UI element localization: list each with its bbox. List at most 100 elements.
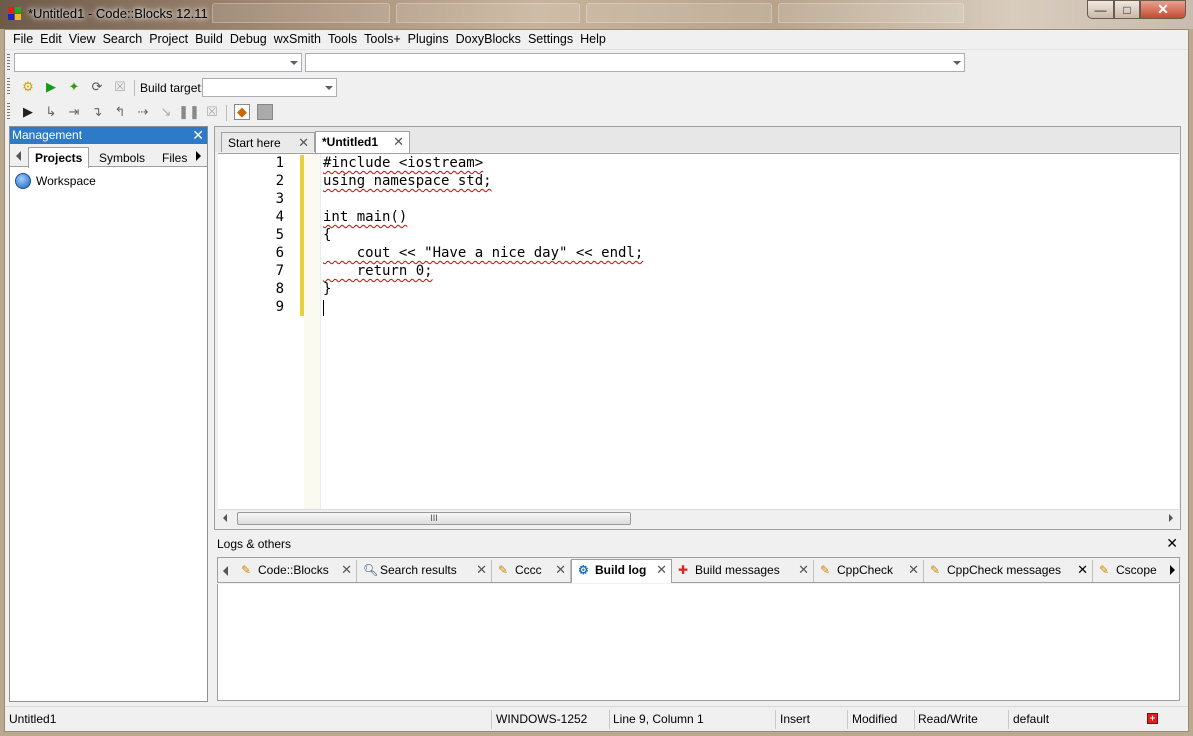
tab-close-icon[interactable]: ✕ — [341, 562, 352, 578]
step-into-icon[interactable]: ↴ — [89, 104, 105, 120]
menu-tools[interactable]: Tools — [324, 30, 360, 49]
menu-view[interactable]: View — [65, 30, 99, 49]
menu-build[interactable]: Build — [191, 30, 226, 49]
editor-area: Start here ✕ *Untitled1 ✕ 1 2 3 4 5 6 7 … — [214, 126, 1181, 530]
tab-build-log[interactable]: ⚙ Build log ✕ — [571, 559, 672, 583]
tab-label: Cccc — [515, 563, 542, 577]
pause-icon[interactable]: ❚❚ — [178, 104, 200, 120]
debugging-windows-icon[interactable]: ◆ — [234, 104, 250, 120]
tab-cccc[interactable]: ✎ Cccc ✕ — [492, 560, 571, 582]
status-profile: default — [1013, 712, 1050, 726]
stop-debugger-icon[interactable]: ☒ — [204, 104, 220, 120]
horizontal-scrollbar[interactable]: III — [218, 509, 1179, 526]
fold-margin[interactable] — [304, 154, 321, 510]
scope-combo[interactable] — [14, 53, 302, 72]
menu-tools-plus[interactable]: Tools+ — [360, 30, 403, 49]
status-position: Line 9, Column 1 — [613, 712, 704, 726]
chevron-down-icon — [325, 86, 333, 90]
logs-close-icon[interactable]: ✕ — [1166, 535, 1178, 552]
tab-close-icon[interactable]: ✕ — [656, 562, 667, 578]
menu-file[interactable]: File — [9, 30, 36, 49]
tab-scroll-right-icon[interactable] — [196, 151, 201, 161]
build-target-combo[interactable] — [202, 78, 337, 97]
logs-tab-bar: ✎ Code::Blocks ✕ 🔍︎ Search results ✕ ✎ C… — [217, 557, 1180, 583]
maximize-button[interactable]: □ — [1114, 0, 1140, 19]
tab-close-icon[interactable]: ✕ — [476, 562, 487, 578]
menu-wxsmith[interactable]: wxSmith — [270, 30, 324, 49]
tab-cppcheck-messages[interactable]: ✎ CppCheck messages ✕ — [924, 560, 1093, 582]
build-and-run-icon[interactable]: ✦ — [66, 79, 82, 95]
run-to-cursor-icon[interactable]: ↳ — [43, 104, 59, 120]
various-info-icon[interactable] — [257, 104, 273, 120]
code-editor[interactable]: 1 2 3 4 5 6 7 8 9 #include <iostream> us… — [218, 153, 1179, 510]
menu-project[interactable]: Project — [145, 30, 191, 49]
status-file: Untitled1 — [9, 712, 57, 726]
toolbar-grip[interactable] — [7, 103, 10, 119]
tab-close-icon[interactable]: ✕ — [298, 135, 309, 151]
tab-symbols[interactable]: Symbols — [92, 147, 152, 167]
tab-scroll-left-icon[interactable] — [16, 151, 21, 161]
toolbar-grip[interactable] — [7, 78, 10, 94]
note-icon: ✎ — [241, 563, 252, 577]
tab-scroll-right-icon[interactable] — [1170, 565, 1175, 575]
tab-start-here[interactable]: Start here ✕ — [221, 132, 315, 152]
title-bar[interactable]: *Untitled1 - Code::Blocks 12.11 — □ ✕ — [0, 0, 1193, 29]
status-encoding: WINDOWS-1252 — [496, 712, 588, 726]
minimize-button[interactable]: — — [1087, 0, 1114, 19]
build-log-output[interactable] — [217, 584, 1180, 701]
tab-codeblocks-log[interactable]: ✎ Code::Blocks ✕ — [235, 560, 357, 582]
tab-build-messages[interactable]: ✚ Build messages ✕ — [672, 560, 814, 582]
tab-close-icon[interactable]: ✕ — [798, 562, 809, 578]
tab-close-icon[interactable]: ✕ — [908, 562, 919, 578]
symbol-combo[interactable] — [305, 53, 965, 72]
menu-edit[interactable]: Edit — [36, 30, 65, 49]
background-taskbar-item — [586, 3, 772, 23]
tab-search-results[interactable]: 🔍︎ Search results ✕ — [357, 560, 492, 582]
scroll-thumb[interactable]: III — [237, 512, 631, 525]
note-icon: ✎ — [820, 563, 831, 577]
status-modified: Modified — [852, 712, 898, 726]
build-gear-icon[interactable]: ⚙ — [20, 79, 36, 95]
tab-scroll-left-icon[interactable] — [223, 566, 228, 576]
main-window: File Edit View Search Project Build Debu… — [4, 29, 1189, 732]
debug-continue-icon[interactable]: ▶ — [20, 104, 36, 120]
management-close-icon[interactable]: ✕ — [192, 127, 204, 144]
swiss-flag-icon[interactable]: + — [1147, 713, 1158, 724]
tab-close-icon[interactable]: ✕ — [555, 562, 566, 578]
tab-label: CppCheck — [837, 563, 894, 577]
scroll-right-icon[interactable] — [1169, 514, 1173, 522]
tab-cppcheck[interactable]: ✎ CppCheck ✕ — [814, 560, 924, 582]
tab-cscope[interactable]: ✎ Cscope — [1093, 560, 1161, 582]
next-instruction-icon[interactable]: ⇢ — [135, 104, 151, 120]
step-out-icon[interactable]: ↰ — [112, 104, 128, 120]
tab-files[interactable]: Files — [155, 147, 194, 167]
next-line-icon[interactable]: ⇥ — [66, 104, 82, 120]
menu-settings[interactable]: Settings — [524, 30, 576, 49]
menu-doxyblocks[interactable]: DoxyBlocks — [452, 30, 524, 49]
line-number: 6 — [275, 245, 284, 261]
tab-label: *Untitled1 — [322, 135, 379, 149]
step-into-instruction-icon[interactable]: ↘ — [158, 104, 174, 120]
line-number: 3 — [275, 191, 284, 207]
tree-item-workspace[interactable]: Workspace — [15, 173, 96, 189]
status-divider — [609, 710, 610, 729]
status-access: Read/Write — [918, 712, 978, 726]
editor-tab-bar: Start here ✕ *Untitled1 ✕ — [215, 127, 1180, 153]
scroll-left-icon[interactable] — [223, 514, 227, 522]
tab-untitled1[interactable]: *Untitled1 ✕ — [315, 131, 410, 153]
menu-plugins[interactable]: Plugins — [404, 30, 452, 49]
line-number: 4 — [275, 209, 284, 225]
menu-debug[interactable]: Debug — [226, 30, 270, 49]
abort-icon[interactable]: ☒ — [112, 79, 128, 95]
menu-search[interactable]: Search — [99, 30, 146, 49]
status-divider — [491, 710, 492, 729]
tab-close-icon[interactable]: ✕ — [393, 134, 404, 150]
rebuild-icon[interactable]: ⟳ — [89, 79, 105, 95]
tab-projects[interactable]: Projects — [28, 147, 90, 168]
toolbar-grip[interactable] — [7, 54, 10, 70]
menu-help[interactable]: Help — [576, 30, 609, 49]
tab-close-icon[interactable]: ✕ — [1077, 562, 1088, 578]
close-button[interactable]: ✕ — [1140, 0, 1186, 19]
run-icon[interactable]: ▶ — [43, 79, 59, 95]
gear-icon: ⚙ — [578, 563, 589, 577]
